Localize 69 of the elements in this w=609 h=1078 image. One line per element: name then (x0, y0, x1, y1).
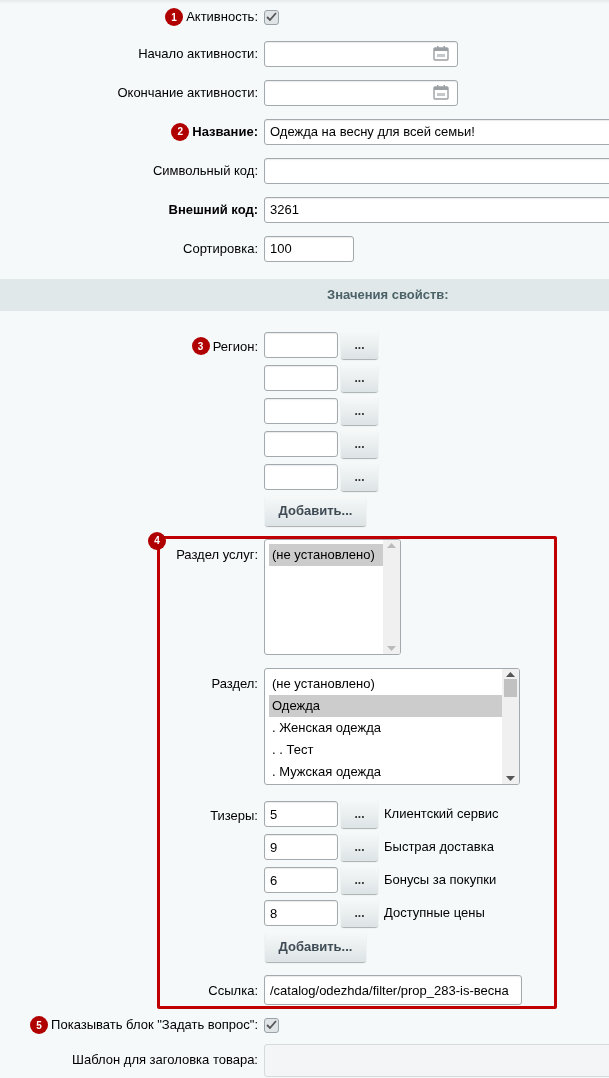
text-field[interactable] (264, 398, 338, 424)
field-label: Тизеры: (210, 807, 258, 825)
field-label: Показывать блок "Задать вопрос": (51, 1016, 258, 1035)
browse-button[interactable]: ... (341, 430, 378, 458)
checkmark-icon (266, 12, 277, 22)
number-badge: 1 (165, 8, 184, 26)
text-field[interactable]: 8 (264, 900, 338, 926)
field-label: Начало активности: (138, 44, 258, 63)
text-field[interactable] (264, 431, 338, 457)
browse-button[interactable]: ... (341, 800, 378, 828)
text-field[interactable]: 3261 (264, 196, 609, 223)
list-option[interactable]: . . Тест (269, 739, 502, 761)
number-badge: 3 (191, 337, 210, 355)
list-option[interactable]: . Мужская одежда (269, 761, 502, 783)
text-field[interactable]: 6 (264, 867, 338, 893)
teaser-caption: Бонусы за покупки (384, 871, 497, 890)
list-option[interactable]: (не установлено) (269, 673, 502, 695)
browse-button[interactable]: ... (341, 364, 378, 392)
field-label: Раздел: (211, 675, 258, 693)
checkbox[interactable] (264, 9, 279, 25)
number-badge: 5 (30, 1016, 49, 1034)
list-option[interactable]: Одежда (269, 695, 502, 717)
field-label: Сортировка: (183, 239, 258, 258)
browse-button[interactable]: ... (341, 833, 378, 861)
field-label: Символьный код: (152, 161, 258, 180)
text-field[interactable]: Одежда на весну для всей семьи! (264, 118, 609, 145)
text-field[interactable]: /catalog/odezhda/filter/prop_283-is-весна (264, 975, 522, 1005)
browse-button[interactable]: ... (341, 866, 378, 894)
section-title: Значения свойств: (327, 286, 449, 305)
teaser-caption: Быстрая доставка (384, 838, 494, 857)
field-label: Окончание активности: (117, 83, 258, 102)
teaser-caption: Клиентский сервис (384, 805, 499, 824)
text-field[interactable] (264, 464, 338, 490)
checkbox[interactable] (264, 1017, 279, 1033)
text-field[interactable] (264, 365, 338, 391)
field-label: Ссылка: (208, 982, 258, 1000)
number-badge: 4 (148, 531, 166, 550)
list-option[interactable]: (не установлено) (269, 544, 383, 566)
calendar-icon[interactable] (433, 85, 449, 100)
scroll-up-icon[interactable] (506, 672, 515, 677)
browse-button[interactable]: ... (341, 899, 378, 927)
list-box[interactable]: (не установлено) (264, 539, 401, 655)
field-label: Шаблон для заголовка товара: (72, 1051, 258, 1069)
text-field[interactable]: 9 (264, 834, 338, 860)
text-field[interactable] (264, 332, 338, 358)
field-label: Раздел услуг: (176, 546, 258, 564)
list-box[interactable]: (не установлено) Одежда . Женская одежда . . Тест . Мужская одежда (264, 668, 520, 785)
browse-button[interactable]: ... (341, 463, 378, 491)
scrollbar[interactable] (502, 669, 519, 784)
text-field[interactable]: 5 (264, 801, 338, 827)
text-field[interactable]: 100 (264, 235, 354, 262)
number-badge: 2 (171, 122, 190, 141)
field-label: Регион: (212, 338, 258, 356)
scroll-down-icon[interactable] (506, 776, 515, 781)
teaser-caption: Доступные цены (384, 904, 485, 923)
checkmark-icon (266, 1020, 277, 1030)
scroll-thumb[interactable] (504, 679, 517, 697)
calendar-icon[interactable] (433, 46, 449, 61)
date-field[interactable] (264, 40, 458, 67)
field-label: Внешний код: (168, 200, 258, 219)
field-label: Название: (192, 122, 258, 141)
browse-button[interactable]: ... (341, 331, 378, 359)
date-field[interactable] (264, 79, 458, 106)
browse-button[interactable]: ... (341, 397, 378, 425)
field-label: Активность: (186, 8, 258, 27)
list-option[interactable]: . Женская одежда (269, 717, 502, 739)
text-field[interactable] (264, 157, 609, 184)
add-button[interactable]: Добавить... (265, 496, 366, 526)
add-button[interactable]: Добавить... (265, 932, 366, 962)
